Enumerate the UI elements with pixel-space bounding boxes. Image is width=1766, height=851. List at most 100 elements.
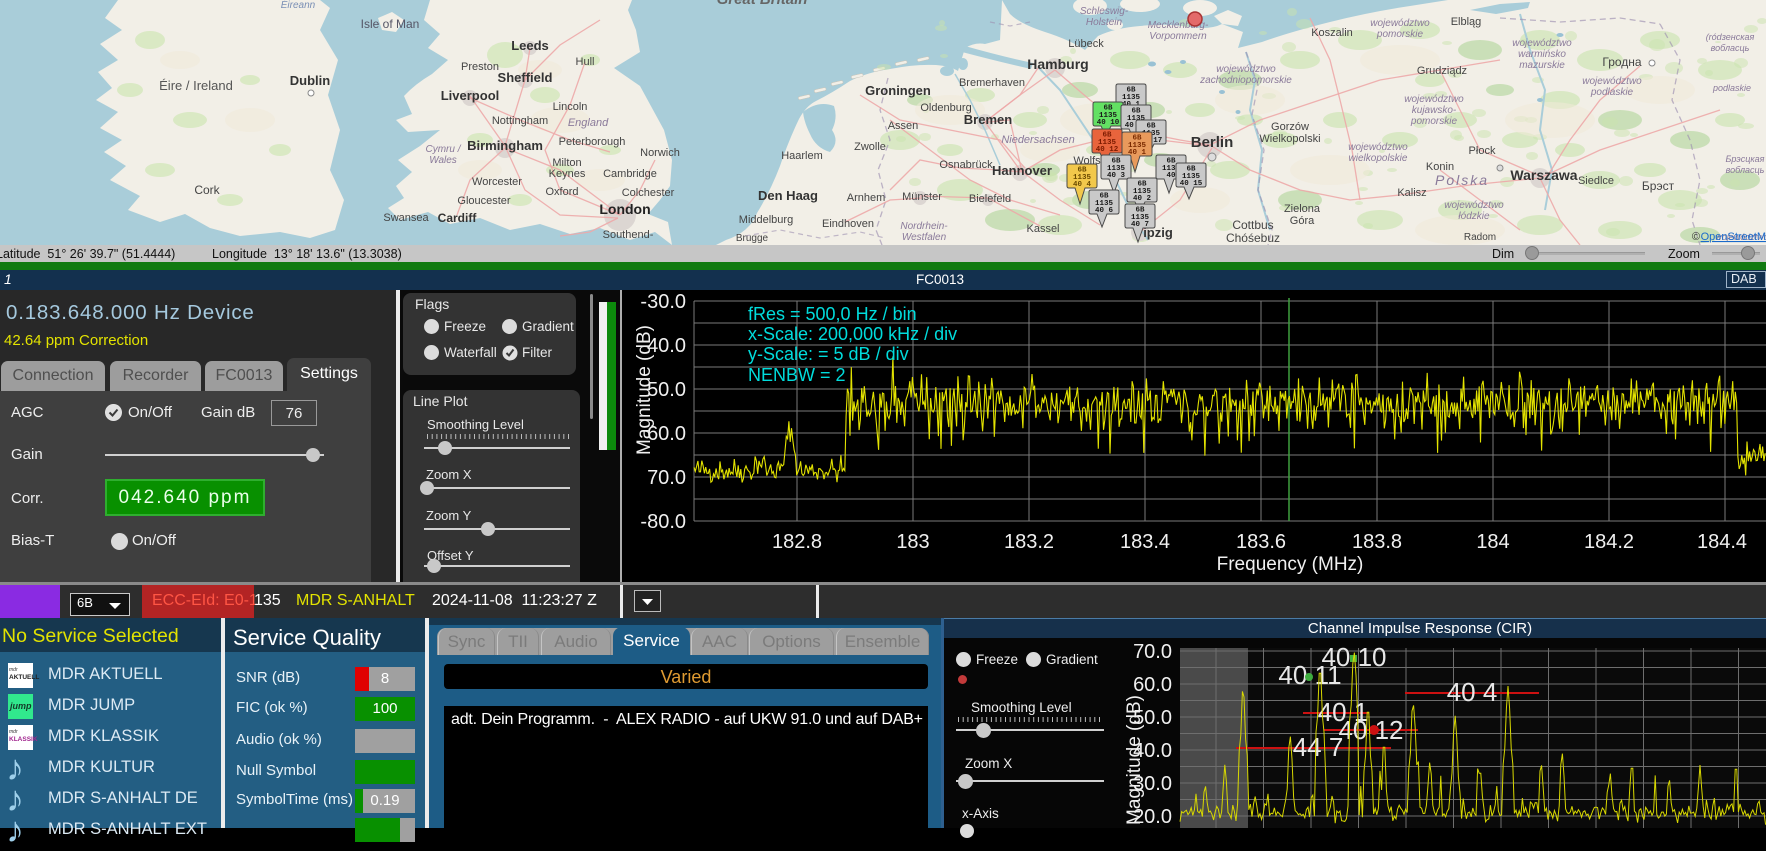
svg-text:Zwolle: Zwolle — [854, 141, 886, 153]
svg-text:Warszawa: Warszawa — [1510, 167, 1577, 183]
svg-text:182.8: 182.8 — [772, 531, 822, 553]
svg-text:Oxford: Oxford — [545, 186, 578, 198]
svg-text:Vorpommern: Vorpommern — [1149, 31, 1207, 42]
svg-text:183.6: 183.6 — [1236, 531, 1286, 553]
svg-text:Bremen: Bremen — [964, 112, 1012, 127]
svg-text:Colchester: Colchester — [622, 187, 675, 199]
svg-text:Kalisz: Kalisz — [1397, 187, 1426, 199]
svg-text:Magnitude (dB): Magnitude (dB) — [634, 325, 655, 455]
svg-text:Брэст: Брэст — [1642, 179, 1675, 193]
svg-text:fRes = 500,0 Hz / bin: fRes = 500,0 Hz / bin — [748, 304, 917, 324]
svg-text:Osnabrück: Osnabrück — [939, 159, 993, 171]
svg-text:Gloucester: Gloucester — [457, 195, 511, 207]
svg-text:warmińsko: warmińsko — [1518, 49, 1566, 60]
svg-text:Haarlem: Haarlem — [781, 150, 823, 162]
svg-text:Wales: Wales — [429, 155, 457, 166]
svg-text:40 15: 40 15 — [1180, 180, 1203, 188]
svg-text:184.2: 184.2 — [1584, 531, 1634, 553]
svg-text:40 7: 40 7 — [1131, 221, 1149, 229]
svg-text:Hannover: Hannover — [992, 163, 1052, 178]
svg-text:Éireann: Éireann — [281, 0, 316, 11]
svg-text:Grudziądz: Grudziądz — [1417, 65, 1467, 77]
svg-text:pomorskie: pomorskie — [1410, 116, 1458, 127]
svg-text:x-Scale: 200,000 kHz / div: x-Scale: 200,000 kHz / div — [748, 324, 957, 344]
svg-text:Cymru /: Cymru / — [426, 144, 462, 155]
svg-text:Гродна: Гродна — [1602, 55, 1642, 69]
svg-text:województwo: województwo — [1216, 64, 1276, 75]
svg-text:łódzkie: łódzkie — [1458, 211, 1490, 222]
svg-text:podlaskie: podlaskie — [1712, 83, 1751, 93]
svg-text:Peterborough: Peterborough — [559, 136, 626, 148]
svg-text:województwo: województwo — [1512, 38, 1572, 49]
svg-text:40 2: 40 2 — [1133, 195, 1152, 203]
svg-text:60.0: 60.0 — [1133, 674, 1172, 696]
svg-text:Sheffield: Sheffield — [498, 70, 553, 85]
svg-text:-80.0: -80.0 — [640, 511, 686, 533]
svg-text:Chóśebuz: Chóśebuz — [1226, 231, 1280, 245]
svg-text:Frequency (MHz): Frequency (MHz) — [1217, 554, 1364, 575]
svg-text:wielkopolskie: wielkopolskie — [1349, 153, 1408, 164]
svg-text:województwo: województwo — [1404, 94, 1464, 105]
svg-text:Berlin: Berlin — [1191, 134, 1234, 151]
svg-text:183.2: 183.2 — [1004, 531, 1054, 553]
svg-text:Wielkopolski: Wielkopolski — [1259, 133, 1320, 145]
svg-text:Koszalin: Koszalin — [1311, 27, 1353, 39]
svg-text:Cork: Cork — [194, 183, 220, 197]
svg-text:(ródзенская: (ródзенская — [1706, 32, 1755, 42]
svg-text:Keynes: Keynes — [549, 168, 586, 180]
svg-text:Niedersachsen: Niedersachsen — [1001, 134, 1074, 146]
svg-text:©: © — [1692, 231, 1700, 243]
svg-text:70.0: 70.0 — [1133, 641, 1172, 663]
svg-text:Płock: Płock — [1469, 145, 1496, 157]
svg-text:Preston: Preston — [461, 61, 499, 73]
svg-text:Hull: Hull — [576, 56, 595, 68]
svg-text:województwo: województwo — [1444, 200, 1504, 211]
svg-text:Gorzów: Gorzów — [1271, 121, 1309, 133]
svg-text:mazurskie: mazurskie — [1519, 60, 1565, 71]
svg-text:40: 40 — [1166, 172, 1176, 180]
svg-text:40 12: 40 12 — [1096, 146, 1119, 154]
svg-text:Middelburg: Middelburg — [739, 214, 793, 226]
svg-text:zachodniopomorskie: zachodniopomorskie — [1199, 75, 1292, 86]
svg-text:Den Haag: Den Haag — [758, 188, 818, 203]
svg-text:Norwich: Norwich — [640, 147, 680, 159]
svg-text:Nottingham: Nottingham — [492, 115, 548, 127]
svg-text:-30.0: -30.0 — [640, 291, 686, 313]
svg-text:Kassel: Kassel — [1026, 223, 1059, 235]
svg-text:Polska: Polska — [1435, 172, 1489, 188]
svg-text:pomorskie: pomorskie — [1376, 29, 1424, 40]
svg-text:40 4: 40 4 — [1073, 181, 1092, 189]
svg-text:województwo: województwo — [1370, 18, 1430, 29]
svg-text:Zielona: Zielona — [1284, 203, 1321, 215]
svg-text:Liverpool: Liverpool — [441, 88, 500, 103]
svg-text:Westfalen: Westfalen — [902, 232, 947, 243]
svg-text:40 10: 40 10 — [1097, 119, 1120, 127]
svg-text:kujawsko-: kujawsko- — [1412, 105, 1457, 116]
svg-text:Great Britain: Great Britain — [717, 0, 808, 8]
svg-text:183.8: 183.8 — [1352, 531, 1402, 553]
svg-text:вобласць: вобласць — [1711, 43, 1750, 53]
svg-text:Magnitude (dB): Magnitude (dB) — [1124, 695, 1145, 825]
svg-text:183: 183 — [896, 531, 929, 553]
svg-text:Hamburg: Hamburg — [1027, 56, 1088, 72]
svg-text:Cardiff: Cardiff — [438, 211, 478, 225]
svg-text:Góra: Góra — [1290, 215, 1315, 227]
svg-text:Брэсцкая: Брэсцкая — [1726, 154, 1765, 164]
svg-text:44 7: 44 7 — [1293, 732, 1344, 762]
svg-text:Münster: Münster — [902, 191, 942, 203]
svg-text:Bielefeld: Bielefeld — [969, 193, 1011, 205]
svg-text:Brugge: Brugge — [736, 233, 769, 244]
svg-text:London: London — [599, 201, 650, 217]
svg-text:województwo: województwo — [1348, 142, 1408, 153]
svg-text:województwo: województwo — [1582, 76, 1642, 87]
svg-text:Cottbus: Cottbus — [1232, 218, 1273, 232]
svg-text:40 6: 40 6 — [1095, 207, 1114, 215]
svg-text:Isle of Man: Isle of Man — [361, 17, 420, 31]
svg-text:Lincoln: Lincoln — [553, 101, 588, 113]
svg-text:Siedlce: Siedlce — [1578, 175, 1614, 187]
svg-text:OpenStreetM: OpenStreetM — [1701, 231, 1766, 243]
svg-text:183.4: 183.4 — [1120, 531, 1170, 553]
svg-text:Dublin: Dublin — [290, 73, 330, 88]
svg-text:Radom: Radom — [1464, 232, 1496, 243]
svg-text:70.0: 70.0 — [647, 467, 686, 489]
